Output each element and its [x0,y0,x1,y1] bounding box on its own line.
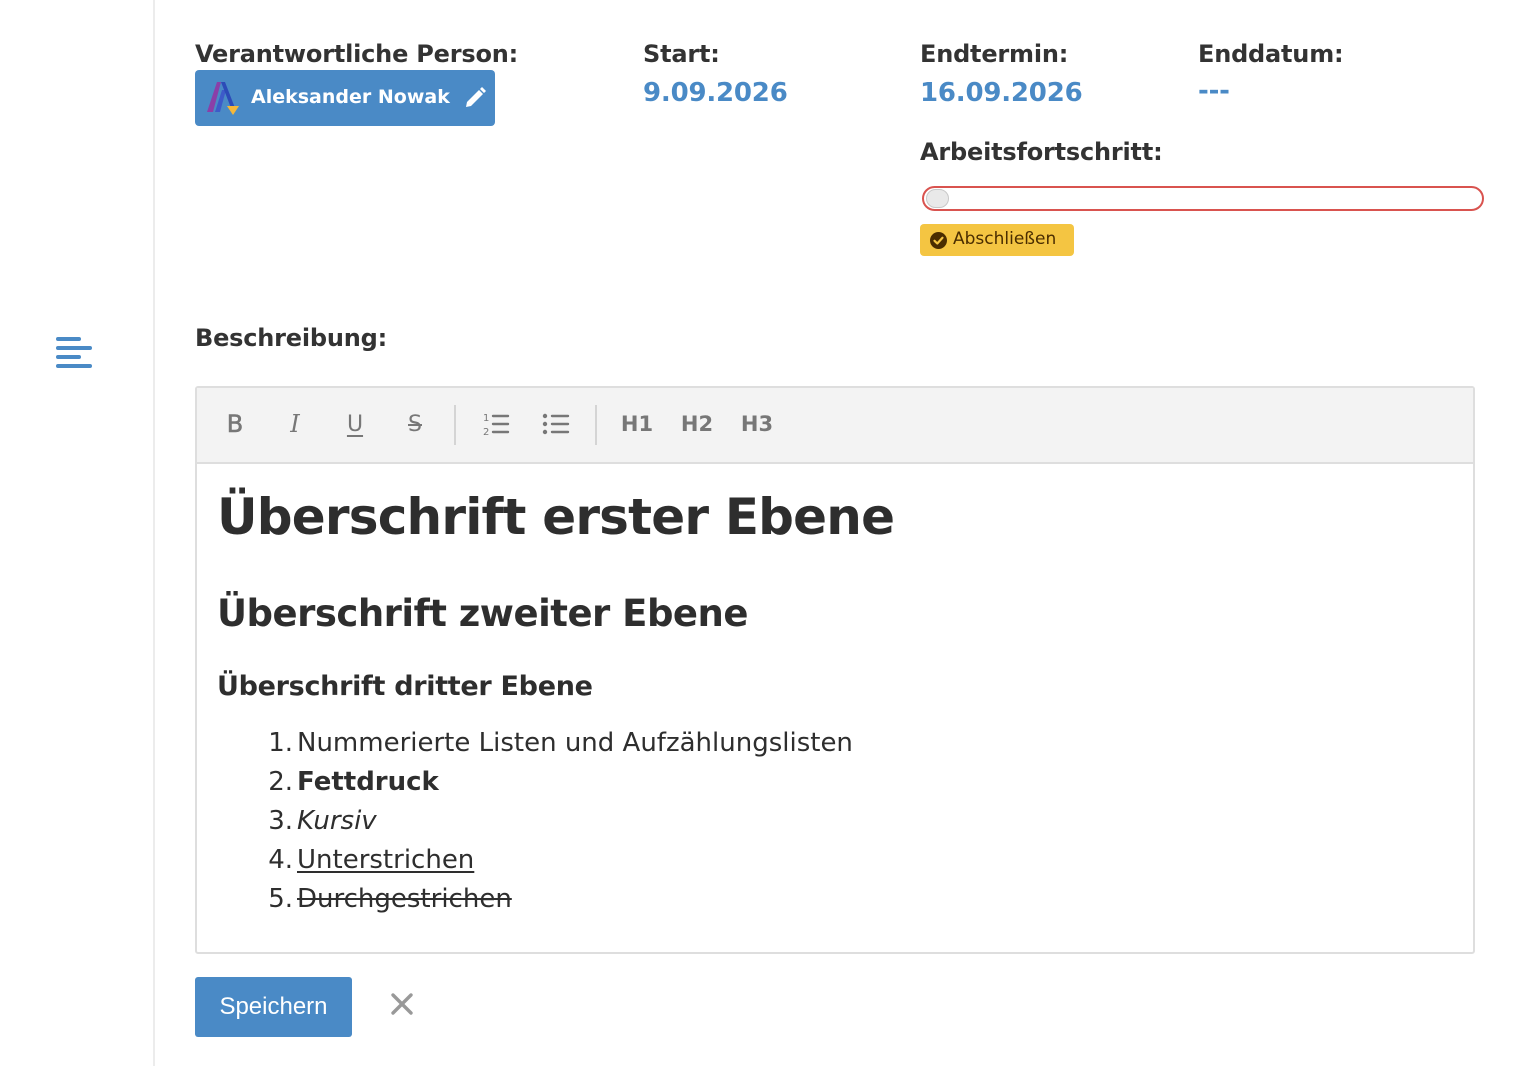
check-circle-icon [930,232,947,249]
progress-label: Arbeitsfortschritt: [920,138,1163,166]
end-date-label: Enddatum: [1198,40,1344,68]
list-item: 5. Durchgestrichen [197,884,1473,922]
heading-1-button-label: H1 [620,412,654,436]
strikethrough-button[interactable]: S [393,402,437,446]
deadline-value: 16.09.2026 [920,78,1083,108]
bold-button[interactable]: B [213,402,257,446]
bullet-list-button[interactable] [534,402,578,446]
toolbar-separator [595,405,597,445]
content-heading-1: Überschrift erster Ebene [217,488,895,546]
list-item: 4. Unterstrichen [197,845,1473,883]
list-item: 3. Kursiv [197,806,1473,844]
deadline-label: Endtermin: [920,40,1069,68]
list-item-number: 2. [268,767,293,797]
underline-button[interactable]: U [333,402,377,446]
ordered-list-icon: 1 2 [483,413,510,437]
responsible-person-button[interactable]: Aleksander Nowak [195,70,495,126]
strikethrough-button-label: S [408,411,422,437]
complete-button-label: Abschließen [953,229,1057,249]
list-item-number: 4. [268,845,293,875]
heading-1-button[interactable]: H1 [615,402,659,446]
list-item-number: 3. [268,806,293,836]
start-label: Start: [643,40,720,68]
list-item-text: Nummerierte Listen und Aufzählungslisten [297,728,853,758]
sidebar-divider [153,0,155,1066]
list-item-text: Kursiv [297,806,377,836]
editor-toolbar: B I U S 1 2 H1 H2 H3 [197,388,1473,464]
responsible-person-label: Verantwortliche Person: [195,40,519,68]
toolbar-separator [454,405,456,445]
content-heading-2: Überschrift zweiter Ebene [217,592,748,635]
bold-button-label: B [226,410,244,439]
close-icon[interactable] [386,988,418,1020]
heading-3-button[interactable]: H3 [735,402,779,446]
list-item-text: Fettdruck [297,767,439,797]
list-item-number: 5. [268,884,293,914]
progress-handle[interactable] [926,189,949,208]
complete-button[interactable]: Abschließen [920,224,1074,256]
ordered-list-button[interactable]: 1 2 [474,402,518,446]
logo-avatar-icon [207,82,239,115]
align-left-icon [56,337,92,368]
heading-2-button[interactable]: H2 [675,402,719,446]
list-item-text: Unterstrichen [297,845,475,875]
content-heading-3: Überschrift dritter Ebene [217,671,593,702]
heading-3-button-label: H3 [740,412,774,436]
description-label: Beschreibung: [195,324,388,352]
heading-2-button-label: H2 [680,412,714,436]
save-button[interactable]: Speichern [195,977,352,1037]
end-date-value: --- [1198,76,1230,106]
italic-button-label: I [290,410,300,438]
list-item: 1. Nummerierte Listen und Aufzählungslis… [197,728,1473,766]
list-item-number: 1. [268,728,293,758]
progress-slider[interactable] [922,186,1484,211]
list-item: 2. Fettdruck [197,767,1473,805]
start-value: 9.09.2026 [643,78,788,108]
svg-text:2: 2 [483,427,489,437]
responsible-person-name: Aleksander Nowak [251,86,450,108]
description-editor[interactable]: B I U S 1 2 H1 H2 H3 Überschrift erster … [195,386,1475,954]
underline-button-label: U [346,411,364,437]
svg-text:1: 1 [483,413,489,424]
italic-button[interactable]: I [273,402,317,446]
save-button-label: Speichern [219,993,328,1020]
list-item-text: Durchgestrichen [297,884,512,914]
bullet-list-icon [542,413,570,435]
pencil-icon[interactable] [463,86,487,110]
